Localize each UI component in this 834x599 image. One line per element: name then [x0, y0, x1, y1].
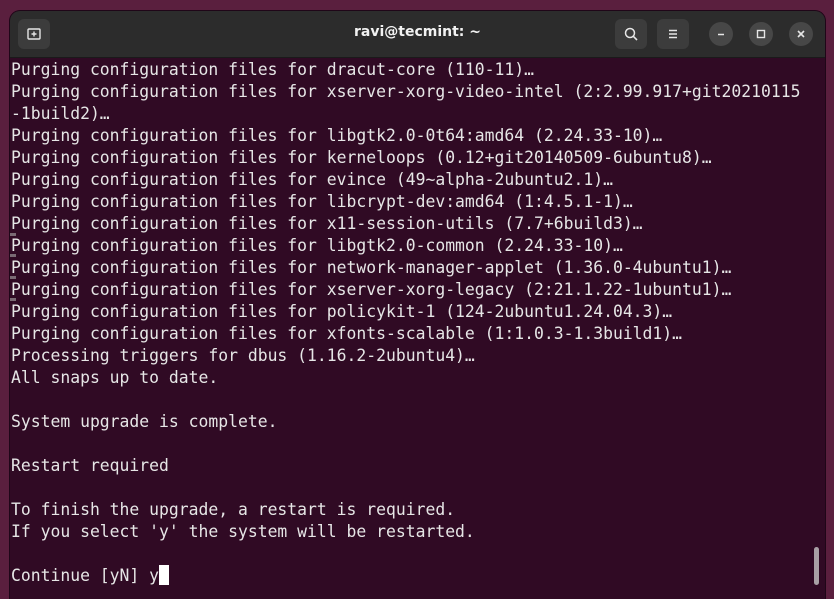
terminal-line: Purging configuration files for x11-sess…	[11, 214, 643, 233]
window-title: ravi@tecmint: ~	[353, 24, 481, 40]
terminal-line: Purging configuration files for xserver-…	[11, 280, 732, 299]
close-icon	[797, 30, 805, 38]
terminal-output[interactable]: Purging configuration files for dracut-c…	[10, 58, 825, 599]
search-button[interactable]	[615, 19, 647, 49]
terminal-line: If you select 'y' the system will be res…	[11, 522, 475, 541]
edge-artifact	[10, 254, 16, 257]
menu-button[interactable]	[657, 19, 689, 49]
terminal-line: To finish the upgrade, a restart is requ…	[11, 500, 456, 519]
minimize-button[interactable]	[709, 22, 733, 46]
edge-artifact	[10, 298, 16, 301]
edge-artifact	[10, 233, 16, 236]
terminal-prompt-line: Continue [yN] y	[11, 565, 170, 587]
title-bar[interactable]: ravi@tecmint: ~	[10, 11, 825, 58]
text-cursor	[159, 565, 170, 585]
terminal-window: ravi@tecmint: ~ Purging configuration fi…	[10, 11, 825, 599]
minimize-icon	[718, 33, 724, 36]
terminal-line: Purging configuration files for libcrypt…	[11, 192, 633, 211]
maximize-icon	[756, 29, 766, 39]
terminal-line: Purging configuration files for policyki…	[11, 302, 673, 321]
prompt-text: Continue [yN] y	[11, 566, 160, 585]
scrollbar-thumb[interactable]	[814, 547, 819, 585]
terminal-line: Purging configuration files for libgtk2.…	[11, 126, 663, 145]
terminal-line: -1build2)…	[11, 104, 110, 123]
terminal-line: Purging configuration files for kerneloo…	[11, 148, 712, 167]
terminal-line: Purging configuration files for libgtk2.…	[11, 236, 623, 255]
terminal-line: Purging configuration files for evince (…	[11, 170, 613, 189]
search-icon	[624, 27, 638, 41]
maximize-button[interactable]	[749, 22, 773, 46]
terminal-line: Purging configuration files for dracut-c…	[11, 60, 535, 79]
terminal-line: Processing triggers for dbus (1.16.2-2ub…	[11, 346, 475, 365]
terminal-line: System upgrade is complete.	[11, 412, 278, 431]
terminal-line: All snaps up to date.	[11, 368, 219, 387]
terminal-line: Purging configuration files for xserver-…	[11, 82, 801, 101]
hamburger-menu-icon	[669, 29, 677, 39]
terminal-line: Restart required	[11, 456, 169, 475]
edge-artifact	[10, 276, 16, 279]
terminal-line: Purging configuration files for xfonts-s…	[11, 324, 683, 343]
close-button[interactable]	[789, 22, 813, 46]
terminal-line: Purging configuration files for network-…	[11, 258, 732, 277]
